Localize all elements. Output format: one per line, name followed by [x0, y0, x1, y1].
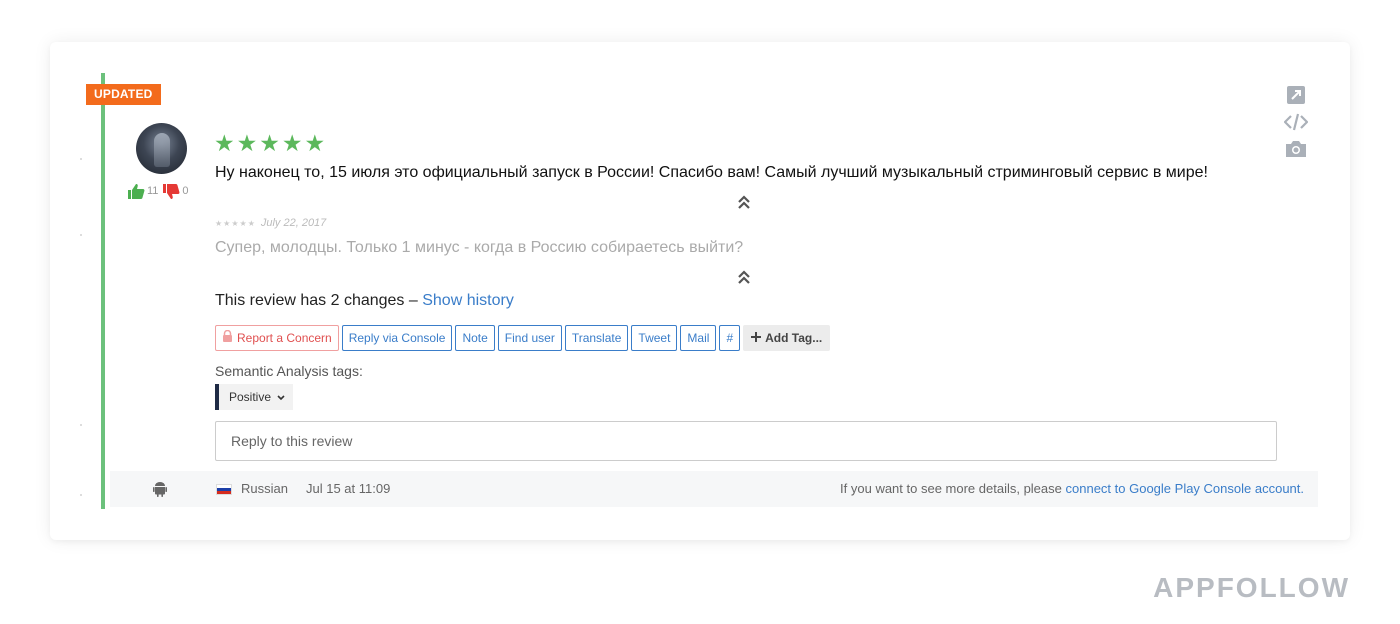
mail-button[interactable]: Mail [680, 325, 717, 351]
thumb-up-icon[interactable] [127, 183, 145, 200]
lock-icon [222, 326, 233, 350]
semantic-tag-dropdown[interactable]: Positive [215, 384, 294, 410]
review-language: Russian [241, 481, 288, 496]
footer-info-text: If you want to see more details, please [840, 481, 1062, 496]
rating-stars: ★ ★ ★ ★ ★ [214, 131, 325, 155]
downvote-count: 0 [182, 185, 189, 197]
chevron-down-icon [277, 390, 285, 404]
review-footer: Russian Jul 15 at 11:09 If you want to s… [110, 471, 1318, 507]
star-icon: ★ [236, 130, 258, 156]
review-text: Ну наконец то, 15 июля это официальный з… [215, 164, 1208, 181]
star-icon: ★ [214, 130, 235, 156]
thumb-down-icon[interactable] [162, 183, 180, 200]
previous-date: July 22, 2017 [260, 217, 327, 229]
footer-info: If you want to see more details, please … [840, 481, 1304, 496]
previous-version-meta: ★★★★★ July 22, 2017 [215, 217, 326, 229]
reply-via-console-button[interactable]: Reply via Console [341, 325, 453, 351]
translate-button[interactable]: Translate [564, 325, 629, 351]
star-icon: ★ [259, 130, 280, 156]
hash-button[interactable]: # [719, 325, 741, 351]
russia-flag-icon [216, 484, 232, 495]
show-history-link[interactable]: Show history [422, 292, 514, 309]
action-bar: Report a Concern Reply via Console Note … [215, 325, 831, 351]
appfollow-logo: APPFOLLOW [1153, 572, 1350, 603]
previous-review-text: Супер, молодцы. Только 1 минус - когда в… [215, 239, 744, 256]
previous-rating-stars: ★★★★★ [215, 218, 256, 228]
votes: 11 0 [127, 182, 193, 200]
review-card: UPDATED 11 0 ★ ★ ★ ★ ★ Ну наконец то, 15… [50, 42, 1350, 540]
tweet-button[interactable]: Tweet [631, 325, 678, 351]
review-history: This review has 2 changes – Show history [215, 292, 514, 310]
star-icon: ★ [281, 130, 303, 156]
semantic-tag-value: Positive [229, 390, 272, 404]
collapse-chevron-icon[interactable] [736, 269, 752, 285]
add-tag-button[interactable]: Add Tag... [743, 325, 831, 351]
code-icon[interactable] [1284, 113, 1308, 131]
avatar [136, 123, 187, 174]
plus-icon [751, 326, 762, 350]
android-icon [153, 481, 167, 500]
side-toolbar [1284, 86, 1308, 157]
find-user-button[interactable]: Find user [497, 325, 562, 351]
reply-input[interactable] [215, 421, 1277, 461]
updated-badge: UPDATED [86, 84, 161, 105]
updated-indicator-bar [101, 73, 105, 509]
add-tag-label: Add Tag... [765, 331, 823, 345]
report-concern-label: Report a Concern [237, 331, 332, 345]
semantic-analysis-label: Semantic Analysis tags: [215, 363, 363, 379]
star-icon: ★ [304, 130, 326, 156]
report-concern-button[interactable]: Report a Concern [215, 325, 339, 351]
connect-console-link[interactable]: connect to Google Play Console account. [1066, 481, 1304, 496]
external-link-icon[interactable] [1287, 86, 1305, 104]
collapse-chevron-icon[interactable] [736, 194, 752, 210]
camera-icon[interactable] [1286, 140, 1306, 157]
upvote-count: 11 [147, 185, 159, 197]
note-button[interactable]: Note [455, 325, 495, 351]
history-text: This review has 2 changes – [215, 292, 418, 309]
review-date: Jul 15 at 11:09 [306, 481, 391, 496]
